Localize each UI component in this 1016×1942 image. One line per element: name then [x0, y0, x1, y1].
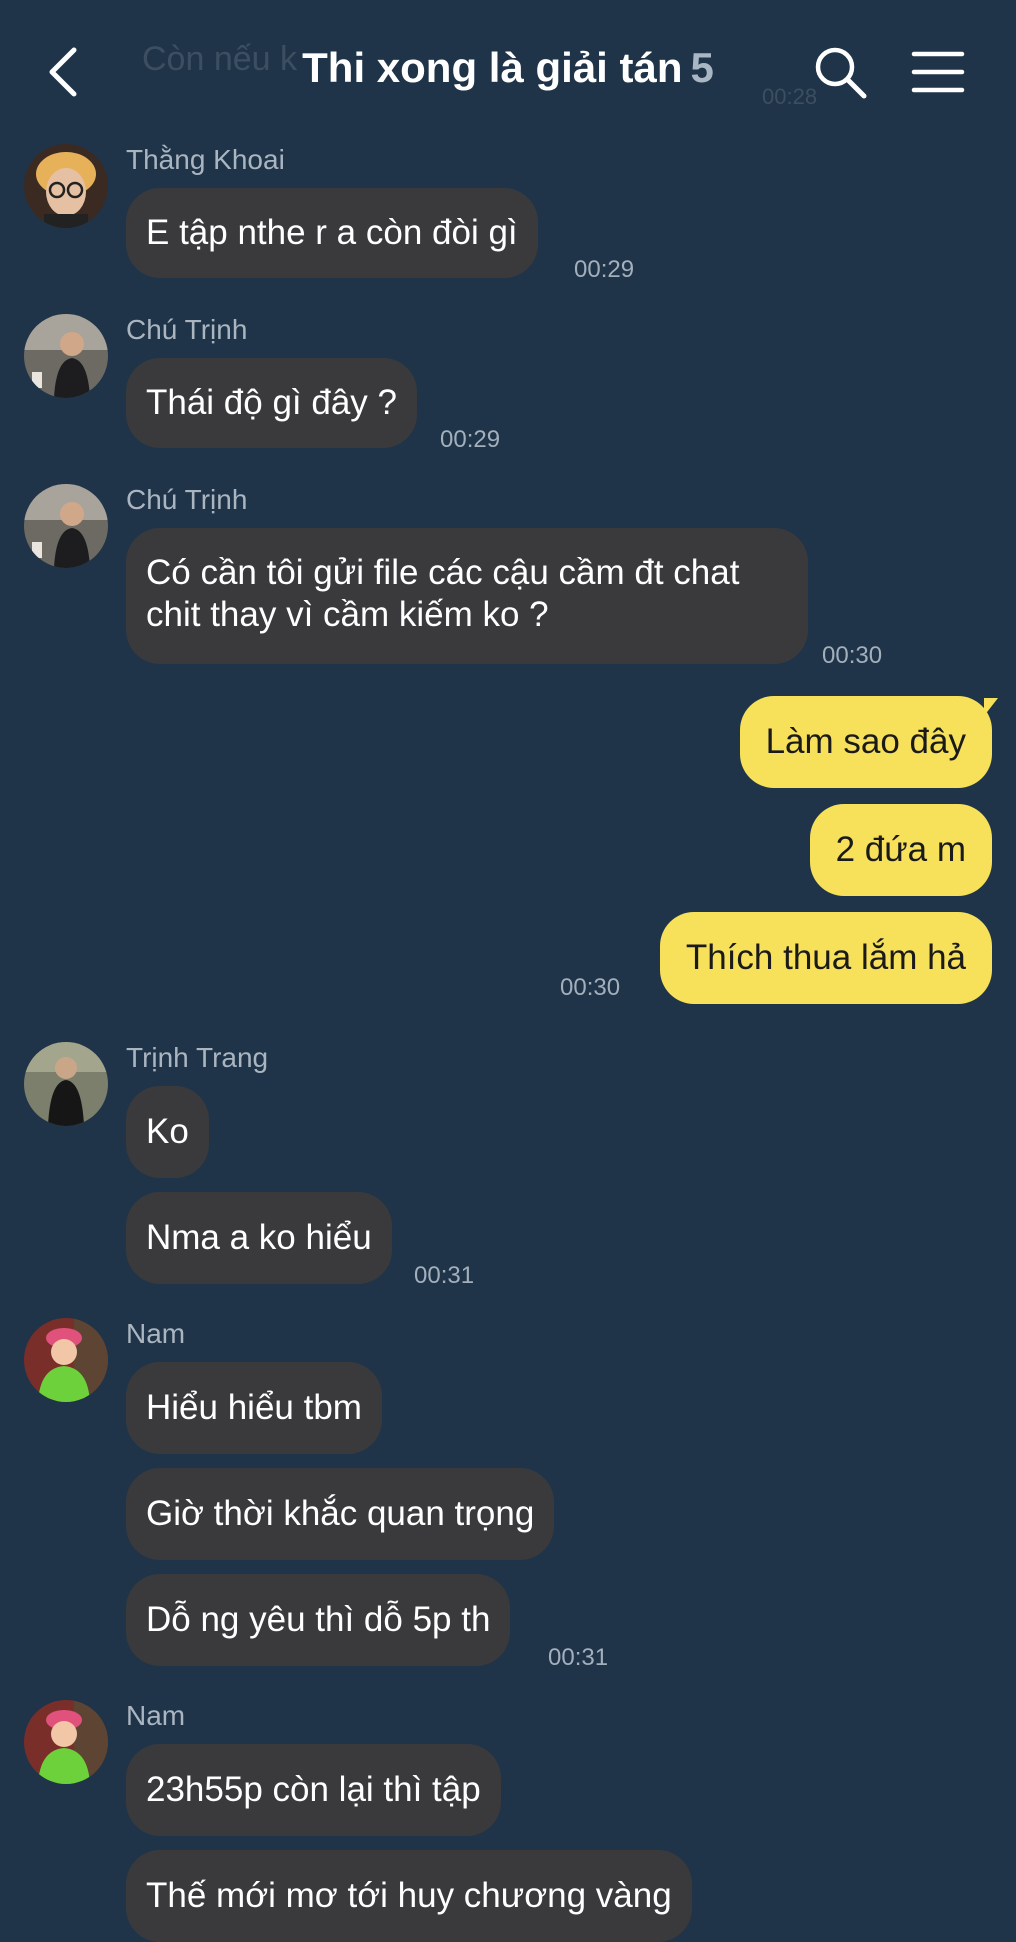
- message-bubble[interactable]: E tập nthe r a còn đòi gì: [126, 188, 538, 278]
- avatar-chu-trinh-image: [24, 484, 108, 568]
- message-text: 2 đứa m: [835, 830, 966, 869]
- avatar[interactable]: [24, 144, 108, 228]
- message-bubble[interactable]: Có cần tôi gửi file các cậu cầm đt chat …: [126, 528, 808, 664]
- menu-icon: [911, 51, 965, 93]
- message-bubble[interactable]: Ko: [126, 1086, 209, 1178]
- message-time: 00:29: [574, 256, 635, 283]
- avatar[interactable]: [24, 314, 108, 398]
- message-bubble[interactable]: Thế mới mơ tới huy chương vàng: [126, 1850, 692, 1942]
- sender-name: Thằng Khoai: [126, 144, 285, 175]
- sender-name: Trịnh Trang: [126, 1042, 269, 1073]
- message-bubble[interactable]: Nma a ko hiểu: [126, 1192, 392, 1284]
- message-text: Hiểu hiểu tbm: [146, 1388, 362, 1427]
- outgoing-message-bubble[interactable]: Làm sao đây: [739, 696, 992, 788]
- sender-name: Chú Trịnh: [126, 314, 248, 345]
- avatar-nam-image: [24, 1318, 108, 1402]
- outgoing-message-bubble[interactable]: Thích thua lắm hả: [659, 912, 992, 1004]
- message-bubble[interactable]: Giờ thời khắc quan trọng: [126, 1468, 555, 1560]
- search-icon: [815, 47, 867, 99]
- message-text: Giờ thời khắc quan trọng: [146, 1494, 535, 1533]
- avatar[interactable]: [24, 1700, 108, 1784]
- avatar-thang-khoai-image: [24, 144, 108, 228]
- message-bubble[interactable]: 23h55p còn lại thì tập: [126, 1744, 501, 1836]
- message-bubble[interactable]: Thái độ gì đây ?: [126, 358, 417, 448]
- avatar-chu-trinh-image: [24, 314, 108, 398]
- avatar-trinh-trang-image: [24, 1042, 108, 1126]
- group-name: Thi xong là giải tán: [302, 44, 683, 91]
- message-text: Thái độ gì đây ?: [146, 383, 397, 422]
- message-bubble[interactable]: Hiểu hiểu tbm: [126, 1362, 382, 1454]
- message-text-line: chit thay vì cầm kiếm ko ?: [146, 595, 549, 634]
- outgoing-message-bubble[interactable]: 2 đứa m: [809, 804, 992, 896]
- member-count: 5: [690, 44, 714, 91]
- message-text-line: Có cần tôi gửi file các cậu cầm đt chat: [146, 553, 740, 592]
- message-time: 00:31: [414, 1262, 475, 1289]
- message-text: Thế mới mơ tới huy chương vàng: [146, 1876, 672, 1915]
- outgoing-bubble-tail: [984, 698, 998, 716]
- search-button[interactable]: [812, 44, 868, 100]
- message-text: Nma a ko hiểu: [146, 1218, 372, 1257]
- sender-name: Nam: [126, 1700, 186, 1731]
- chat-header: Còn nếu k 00:28 Thi xong là giải tán 5: [0, 0, 1016, 138]
- sender-name: Chú Trịnh: [126, 484, 248, 515]
- message-time: 00:31: [548, 1644, 609, 1671]
- message-text: Thích thua lắm hả: [685, 938, 966, 977]
- avatar[interactable]: [24, 484, 108, 568]
- message-time: 00:30: [822, 642, 883, 669]
- avatar-nam-image: [24, 1700, 108, 1784]
- message-text: Làm sao đây: [765, 722, 966, 761]
- message-text: Dỗ ng yêu thì dỗ 5p th: [146, 1600, 491, 1639]
- message-text: 23h55p còn lại thì tập: [146, 1770, 481, 1809]
- avatar[interactable]: [24, 1042, 108, 1126]
- sender-name: Nam: [126, 1318, 186, 1349]
- message-text: Ko: [146, 1112, 189, 1151]
- message-text: E tập nthe r a còn đòi gì: [146, 213, 518, 252]
- message-time: 00:29: [440, 426, 501, 453]
- avatar[interactable]: [24, 1318, 108, 1402]
- message-bubble[interactable]: Dỗ ng yêu thì dỗ 5p th: [126, 1574, 511, 1666]
- menu-button[interactable]: [910, 48, 966, 96]
- message-time: 00:30: [560, 974, 621, 1001]
